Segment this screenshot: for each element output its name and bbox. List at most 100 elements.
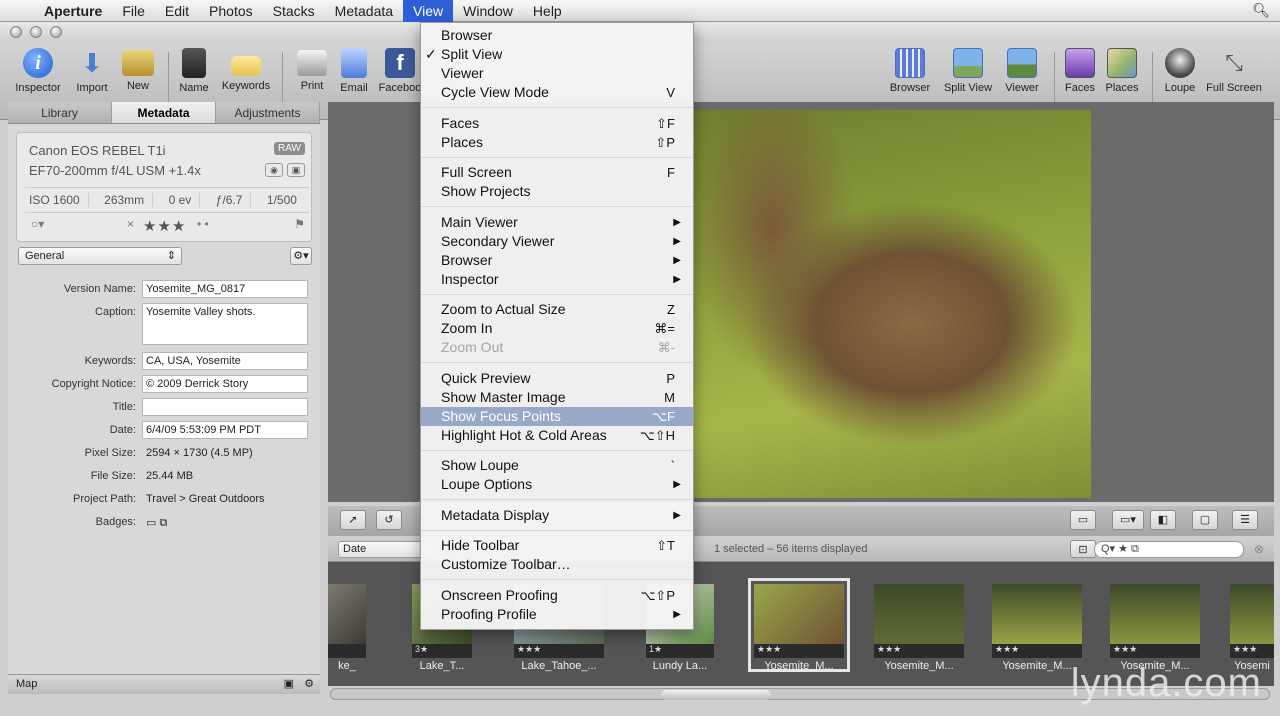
filmstrip-button[interactable]: ☰ bbox=[1232, 510, 1258, 530]
clear-search-icon[interactable]: ⊗ bbox=[1254, 542, 1264, 556]
select-tool-button[interactable]: ➚ bbox=[340, 510, 366, 530]
browser-view-button[interactable]: Browser bbox=[882, 48, 938, 94]
thumbnail[interactable]: ★★★ Yosemite_M... bbox=[992, 584, 1082, 672]
thumbnail-image bbox=[874, 584, 964, 644]
copyright-input[interactable]: © 2009 Derrick Story bbox=[142, 375, 308, 393]
view-menu-item[interactable]: Highlight Hot & Cold Areas ⌥⇧H bbox=[421, 426, 693, 445]
caption-input[interactable]: Yosemite Valley shots. bbox=[142, 303, 308, 345]
view-menu-item[interactable]: Zoom to Actual Size Z bbox=[421, 300, 693, 319]
viewer-icon bbox=[1007, 48, 1037, 78]
view-menu-item[interactable]: Zoom In ⌘= bbox=[421, 319, 693, 338]
rating-row: ○▾ × ★★★ • • ⚑ bbox=[25, 217, 309, 235]
tab-library[interactable]: Library bbox=[8, 102, 112, 123]
view-menu-item[interactable]: Inspector ▶ bbox=[421, 270, 693, 289]
thumbnail[interactable]: ★★★ Yosemi bbox=[1230, 584, 1274, 672]
view-menu-item[interactable]: Main Viewer ▶ bbox=[421, 213, 693, 232]
spotlight-search-icon[interactable]: 🔍︎ bbox=[1252, 2, 1270, 19]
keywords-input[interactable]: CA, USA, Yosemite bbox=[142, 352, 308, 370]
view-menu-item[interactable]: Onscreen Proofing ⌥⇧P bbox=[421, 586, 693, 605]
name-button[interactable]: Name bbox=[166, 48, 222, 94]
menu-help[interactable]: Help bbox=[523, 0, 572, 22]
empty-star-dots[interactable]: • • bbox=[197, 217, 209, 231]
view-menu-item[interactable]: ✓ Split View bbox=[421, 45, 693, 64]
view-menu-item[interactable]: Faces ⇧F bbox=[421, 114, 693, 133]
reject-icon[interactable]: × bbox=[127, 217, 134, 231]
zoom-window-icon[interactable] bbox=[50, 26, 62, 38]
viewer-mode-button[interactable]: ▭ bbox=[1070, 510, 1096, 530]
view-menu-item[interactable]: Show Projects bbox=[421, 182, 693, 201]
menu-bar: Aperture File Edit Photos Stacks Metadat… bbox=[0, 0, 1280, 22]
map-gear-icon[interactable]: ⚙ bbox=[304, 675, 314, 694]
split-view-button[interactable]: Split View bbox=[940, 48, 996, 94]
tab-metadata[interactable]: Metadata bbox=[112, 102, 216, 123]
color-label-dropdown-icon[interactable]: ○▾ bbox=[31, 217, 44, 231]
project-path-value: Travel > Great Outdoors bbox=[146, 493, 265, 505]
lynda-watermark: lynda.com bbox=[1070, 661, 1262, 705]
metadata-preset-select[interactable]: General ⇕ bbox=[18, 247, 182, 265]
focal-length-value: 263mm bbox=[104, 193, 154, 207]
view-menu-item[interactable]: Hide Toolbar ⇧T bbox=[421, 536, 693, 555]
flag-icon[interactable]: ⚑ bbox=[294, 217, 305, 231]
secondary-viewer-button[interactable]: ▭▾ bbox=[1112, 510, 1144, 530]
view-menu-item[interactable]: Browser ▶ bbox=[421, 251, 693, 270]
rotate-tool-button[interactable]: ↺ bbox=[376, 510, 402, 530]
thumbnail-label: Yosemite_M... bbox=[764, 660, 834, 672]
rating-stars[interactable]: ★★★ bbox=[143, 217, 186, 235]
full-screen-button[interactable]: ⤡ Full Screen bbox=[1206, 48, 1262, 94]
import-arrow-icon: ⬇ bbox=[81, 48, 103, 78]
menu-photos[interactable]: Photos bbox=[199, 0, 263, 22]
action-gear-button[interactable]: ⚙▾ bbox=[290, 247, 312, 265]
view-menu-item[interactable]: Browser bbox=[421, 26, 693, 45]
thumbnail-rating: ★★★ bbox=[1110, 644, 1200, 658]
places-button[interactable]: Places bbox=[1094, 48, 1150, 94]
view-menu-item[interactable]: Metadata Display ▶ bbox=[421, 506, 693, 525]
viewer-button[interactable]: Viewer bbox=[994, 48, 1050, 94]
tab-adjustments[interactable]: Adjustments bbox=[216, 102, 320, 123]
map-toggle-icon[interactable]: ▣ bbox=[284, 675, 294, 694]
menu-item-label: Show Loupe bbox=[441, 457, 519, 473]
menu-metadata[interactable]: Metadata bbox=[325, 0, 403, 22]
thumbnail[interactable]: ★★★ Yosemite_M... bbox=[874, 584, 964, 672]
menu-window[interactable]: Window bbox=[453, 0, 523, 22]
view-menu-item[interactable]: Show Loupe ` bbox=[421, 456, 693, 475]
date-input[interactable]: 6/4/09 5:53:09 PM PDT bbox=[142, 421, 308, 439]
view-menu-item[interactable]: Secondary Viewer ▶ bbox=[421, 232, 693, 251]
version-name-input[interactable]: Yosemite_MG_0817 bbox=[142, 280, 308, 298]
minimize-window-icon[interactable] bbox=[30, 26, 42, 38]
inspector-button[interactable]: i Inspector bbox=[10, 48, 66, 94]
deer-photo[interactable] bbox=[693, 110, 1091, 498]
loupe-button[interactable]: Loupe bbox=[1152, 48, 1208, 94]
thumbnail-image bbox=[1230, 584, 1274, 644]
view-menu-item[interactable]: Proofing Profile ▶ bbox=[421, 605, 693, 624]
thumbnail[interactable]: ★★★ Yosemite_M... bbox=[1110, 584, 1200, 672]
scrollbar-thumb[interactable] bbox=[661, 690, 771, 700]
menu-app[interactable]: Aperture bbox=[34, 0, 112, 22]
metadata-overlay-button[interactable]: ◧ bbox=[1150, 510, 1176, 530]
menu-edit[interactable]: Edit bbox=[155, 0, 199, 22]
filter-hud-button[interactable]: ⊡ bbox=[1070, 540, 1096, 558]
menu-stacks[interactable]: Stacks bbox=[263, 0, 325, 22]
keywords-button[interactable]: Keywords bbox=[218, 48, 274, 92]
view-menu-item[interactable]: Loupe Options ▶ bbox=[421, 475, 693, 494]
view-menu-item[interactable]: Show Focus Points ⌥F bbox=[421, 406, 693, 426]
menu-file[interactable]: File bbox=[112, 0, 155, 22]
browser-grid-icon bbox=[895, 48, 925, 78]
view-menu-item[interactable]: Show Master Image M bbox=[421, 388, 693, 407]
thumbnail-selected[interactable]: ★★★ Yosemite_M... bbox=[748, 578, 850, 672]
new-button[interactable]: New bbox=[110, 48, 166, 92]
thumbnail-label: Yosemite_M... bbox=[884, 660, 954, 672]
view-menu-item[interactable]: Viewer bbox=[421, 64, 693, 83]
caption-field: Caption: Yosemite Valley shots. bbox=[8, 303, 320, 347]
inspector-tabs: Library Metadata Adjustments bbox=[8, 102, 320, 124]
close-window-icon[interactable] bbox=[10, 26, 22, 38]
search-filter-input[interactable]: Q▾ ★ ⧉ bbox=[1094, 541, 1244, 558]
view-menu-item[interactable]: Customize Toolbar… bbox=[421, 555, 693, 574]
view-menu-item[interactable]: Full Screen F bbox=[421, 163, 693, 182]
view-menu-item[interactable]: Quick Preview P bbox=[421, 369, 693, 388]
view-menu-item[interactable]: Places ⇧P bbox=[421, 133, 693, 152]
title-input[interactable] bbox=[142, 398, 308, 416]
view-menu-item[interactable]: Cycle View Mode V bbox=[421, 83, 693, 102]
menu-view[interactable]: View bbox=[403, 0, 454, 22]
single-image-button[interactable]: ▢ bbox=[1192, 510, 1218, 530]
thumbnail[interactable]: ke_ bbox=[328, 584, 366, 672]
